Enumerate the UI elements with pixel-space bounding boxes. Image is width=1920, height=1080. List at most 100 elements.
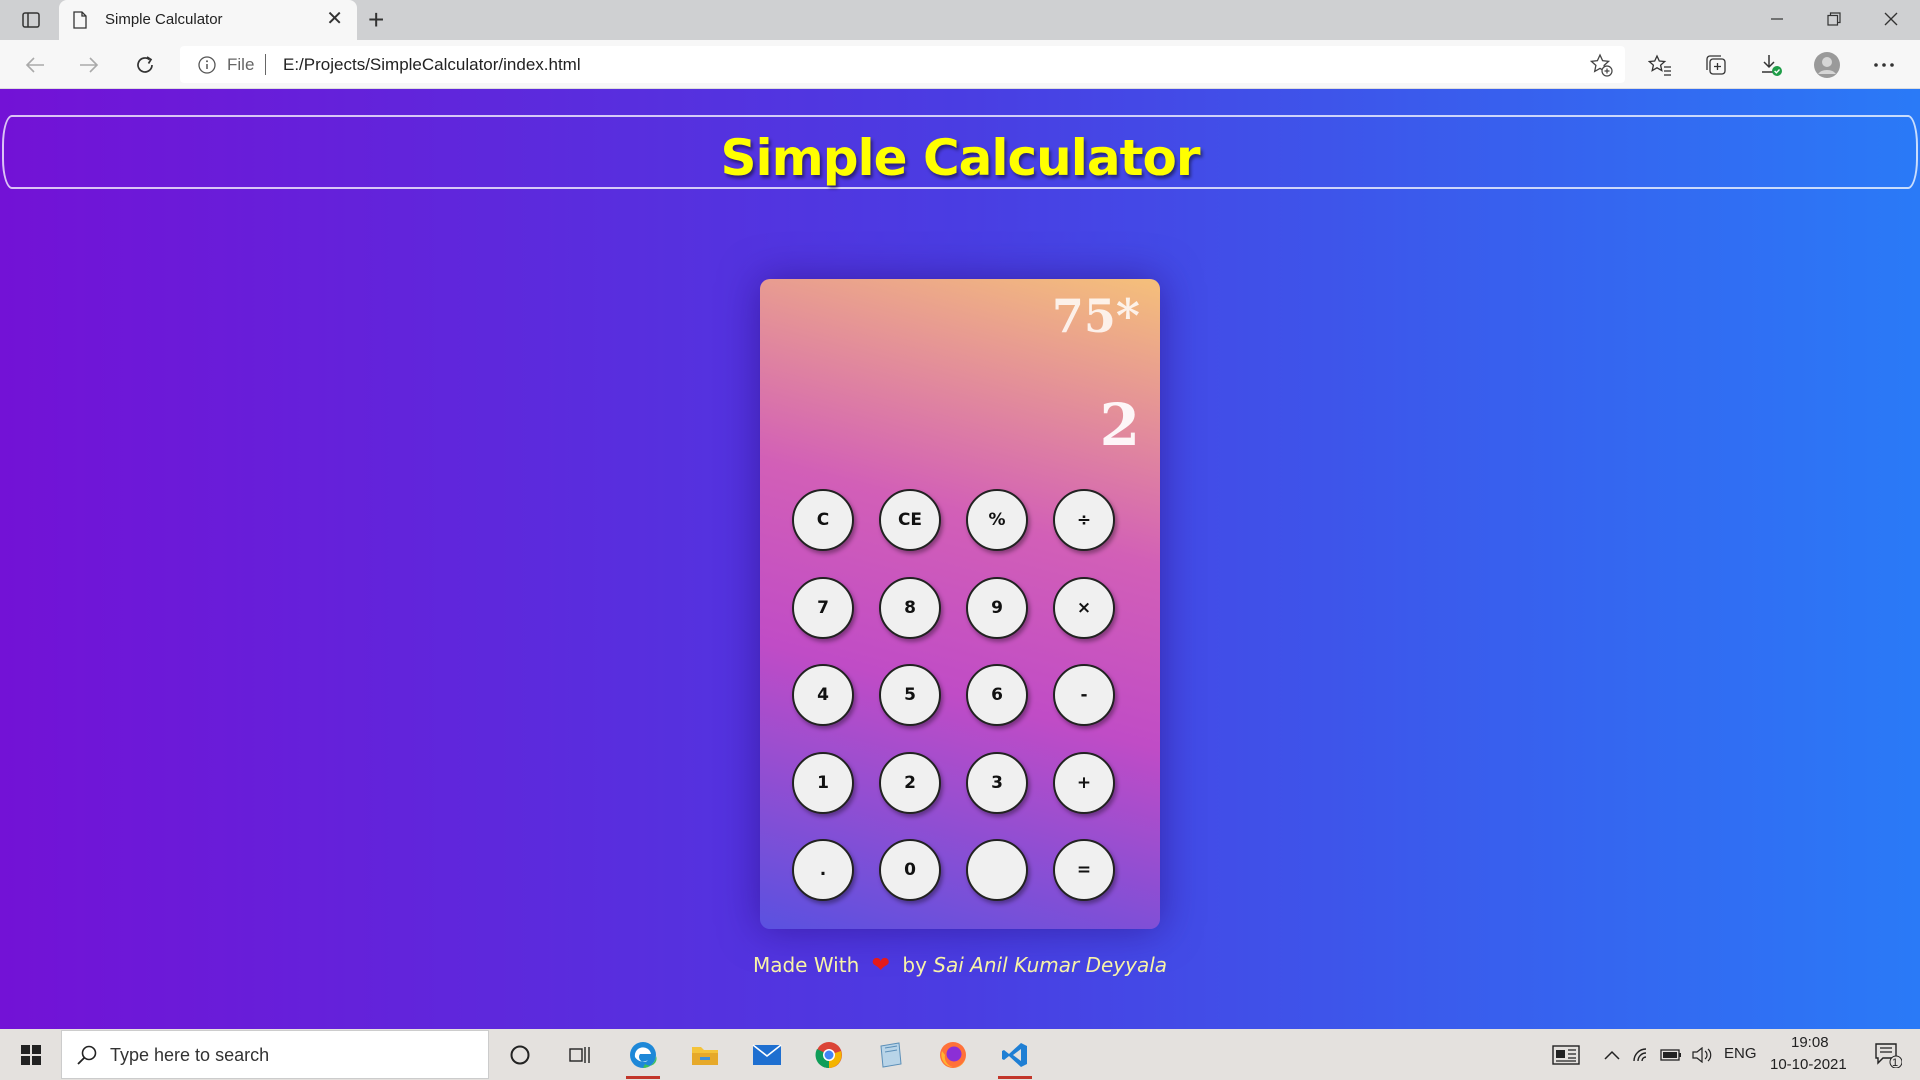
- forward-arrow-icon: [80, 57, 99, 73]
- edge-icon: [630, 1042, 657, 1068]
- downloads-icon: [1762, 55, 1782, 76]
- tab-title: Simple Calculator: [105, 11, 223, 28]
- clear-entry-button[interactable]: CE: [879, 489, 941, 551]
- divide-button[interactable]: ÷: [1053, 489, 1115, 551]
- digit-3-button[interactable]: 3: [966, 752, 1028, 814]
- task-view-button[interactable]: [553, 1031, 607, 1079]
- digit-0-button[interactable]: 0: [879, 839, 941, 901]
- digit-6-button[interactable]: 6: [966, 664, 1028, 726]
- taskbar-file-explorer[interactable]: [678, 1031, 732, 1079]
- battery-button[interactable]: [1656, 1031, 1686, 1079]
- notification-count: 1: [1892, 1057, 1899, 1069]
- page-header: Simple Calculator: [2, 115, 1918, 189]
- folder-icon: [692, 1047, 718, 1065]
- windows-taskbar: Type here to search ENG 19:08 10-10-2021…: [0, 1029, 1920, 1080]
- taskbar-chrome[interactable]: [802, 1031, 856, 1079]
- address-bar[interactable]: File E:/Projects/SimpleCalculator/index.…: [180, 46, 1625, 83]
- minimize-icon: [1771, 18, 1783, 20]
- language-indicator[interactable]: ENG: [1724, 1045, 1757, 1062]
- clear-button[interactable]: C: [792, 489, 854, 551]
- digit-5-button[interactable]: 5: [879, 664, 941, 726]
- calculator: 75* 2 C CE % ÷ 7 8 9 × 4 5 6 - 1 2 3 + .…: [760, 279, 1160, 929]
- windows-logo-icon: [21, 1045, 41, 1065]
- profile-button[interactable]: [1811, 49, 1843, 81]
- page-content: Simple Calculator 75* 2 C CE % ÷ 7 8 9 ×…: [0, 89, 1920, 1029]
- add-button[interactable]: +: [1053, 752, 1115, 814]
- add-favorite-icon[interactable]: [1589, 53, 1613, 77]
- speaker-icon: [1692, 1047, 1712, 1063]
- browser-tab[interactable]: Simple Calculator ✕: [59, 0, 357, 40]
- back-button[interactable]: [17, 47, 53, 83]
- restore-icon: [1827, 12, 1841, 26]
- network-button[interactable]: [1628, 1031, 1656, 1079]
- show-hidden-icons-button[interactable]: [1598, 1031, 1626, 1079]
- taskbar-edge[interactable]: [616, 1031, 670, 1079]
- more-options-icon: [1874, 63, 1894, 67]
- url-scheme-label: File: [227, 55, 255, 74]
- page-icon: [73, 11, 87, 29]
- footer-author: Sai Anil Kumar Deyyala: [933, 953, 1168, 977]
- subtract-button[interactable]: -: [1053, 664, 1115, 726]
- taskbar-mail[interactable]: [740, 1031, 794, 1079]
- tab-close-icon[interactable]: ✕: [326, 9, 343, 29]
- url-text[interactable]: E:/Projects/SimpleCalculator/index.html: [283, 55, 581, 75]
- refresh-icon: [137, 56, 153, 73]
- notification-center-button[interactable]: 1: [1862, 1031, 1914, 1079]
- taskbar-search[interactable]: Type here to search: [61, 1030, 489, 1079]
- browser-toolbar: File E:/Projects/SimpleCalculator/index.…: [0, 40, 1920, 89]
- start-button[interactable]: [10, 1037, 52, 1073]
- taskbar-app-notes[interactable]: [864, 1031, 918, 1079]
- multiply-button[interactable]: ×: [1053, 577, 1115, 639]
- news-icon: [1552, 1045, 1580, 1065]
- chrome-icon: [815, 1042, 842, 1069]
- task-view-icon: [569, 1047, 590, 1063]
- clock-time[interactable]: 19:08: [1791, 1034, 1829, 1051]
- volume-button[interactable]: [1688, 1031, 1716, 1079]
- search-icon: [77, 1045, 97, 1065]
- wifi-icon: [1633, 1048, 1647, 1062]
- collections-icon: [1706, 55, 1726, 75]
- downloads-button[interactable]: [1755, 49, 1787, 81]
- browser-tab-bar: Simple Calculator ✕ +: [0, 0, 1920, 40]
- minimize-button[interactable]: [1754, 4, 1800, 34]
- tab-actions-button[interactable]: [14, 8, 48, 32]
- news-widget-button[interactable]: [1540, 1031, 1592, 1079]
- new-tab-button[interactable]: +: [368, 5, 384, 35]
- collections-button[interactable]: [1700, 49, 1732, 81]
- footer-made-with: Made With: [752, 953, 860, 977]
- heart-icon: ❤: [871, 953, 891, 978]
- mail-icon: [752, 1044, 782, 1065]
- cortana-button[interactable]: [493, 1031, 547, 1079]
- digit-4-button[interactable]: 4: [792, 664, 854, 726]
- back-arrow-icon: [25, 57, 44, 73]
- digit-1-button[interactable]: 1: [792, 752, 854, 814]
- url-separator: [265, 54, 266, 75]
- favorites-button[interactable]: [1644, 49, 1676, 81]
- battery-icon: [1660, 1049, 1681, 1061]
- equals-button[interactable]: =: [1053, 839, 1115, 901]
- close-window-button[interactable]: [1868, 4, 1914, 34]
- refresh-button[interactable]: [127, 47, 163, 83]
- page-title: Simple Calculator: [720, 129, 1200, 187]
- digit-7-button[interactable]: 7: [792, 577, 854, 639]
- digit-8-button[interactable]: 8: [879, 577, 941, 639]
- taskbar-vscode[interactable]: [988, 1031, 1042, 1079]
- restore-button[interactable]: [1811, 4, 1857, 34]
- settings-menu-button[interactable]: [1868, 49, 1900, 81]
- clock-date[interactable]: 10-10-2021: [1770, 1056, 1847, 1073]
- footer-by: by: [902, 953, 927, 977]
- previous-operand-display: 75*: [1051, 289, 1140, 343]
- decimal-button[interactable]: .: [792, 839, 854, 901]
- digit-9-button[interactable]: 9: [966, 577, 1028, 639]
- vscode-icon: [1002, 1043, 1027, 1067]
- digit-2-button[interactable]: 2: [879, 752, 941, 814]
- favorites-icon: [1648, 54, 1671, 76]
- forward-button[interactable]: [71, 47, 107, 83]
- percent-button[interactable]: %: [966, 489, 1028, 551]
- notes-app-icon: [880, 1042, 902, 1068]
- blank-button[interactable]: [966, 839, 1028, 901]
- tab-actions-icon: [22, 12, 40, 28]
- taskbar-firefox[interactable]: [926, 1031, 980, 1079]
- page-footer: Made With ❤ by Sai Anil Kumar Deyyala: [0, 953, 1920, 978]
- chevron-up-icon: [1604, 1050, 1620, 1060]
